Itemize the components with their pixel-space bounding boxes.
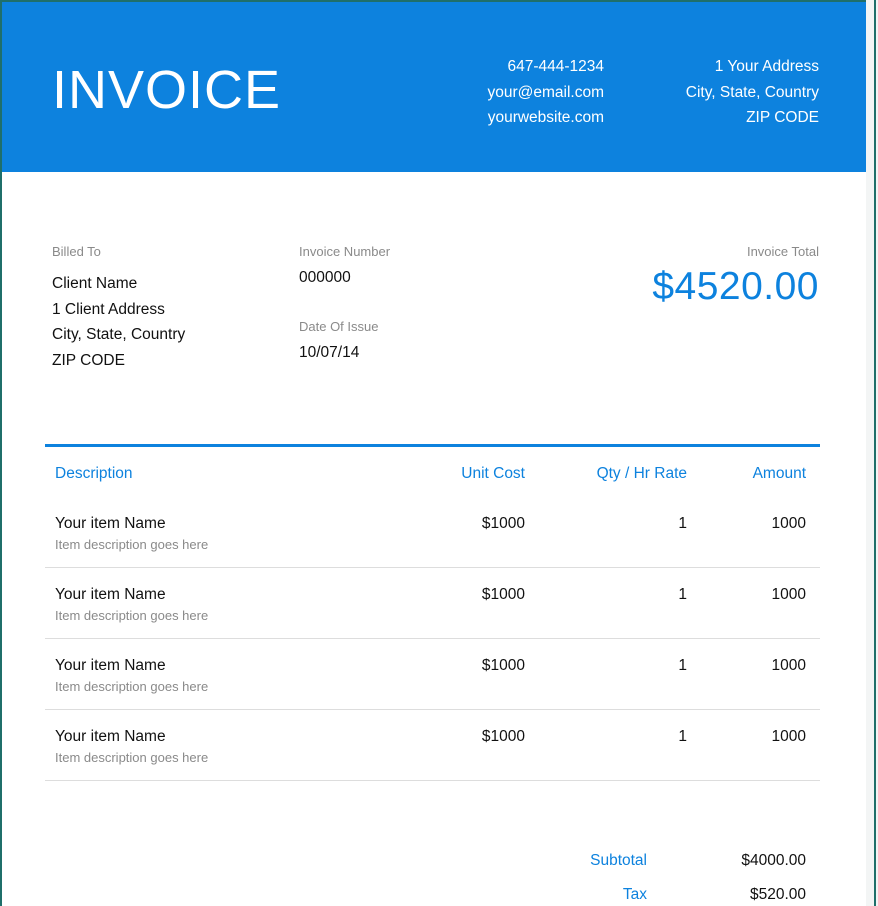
column-header-qty-rate: Qty / Hr Rate	[596, 465, 687, 482]
item-qty: 1	[678, 515, 687, 532]
page-title: INVOICE	[52, 60, 282, 120]
item-unit-cost: $1000	[481, 728, 525, 745]
item-amount: 1000	[771, 728, 806, 745]
invoice-page: INVOICE 647-444-1234 your@email.com your…	[2, 2, 866, 906]
item-amount: 1000	[771, 657, 806, 674]
sender-address-block: 1 Your Address City, State, Country ZIP …	[686, 54, 819, 131]
client-name: Client Name	[52, 275, 138, 292]
invoice-number-value: 000000	[299, 269, 351, 286]
billed-to-label: Billed To	[52, 244, 101, 259]
item-name: Your item Name	[55, 586, 166, 603]
date-of-issue-value: 10/07/14	[299, 344, 360, 361]
date-of-issue-label: Date Of Issue	[299, 319, 379, 334]
column-header-description: Description	[55, 465, 133, 482]
window-border	[866, 0, 878, 906]
table-row: Your item Name Item description goes her…	[45, 568, 820, 639]
item-description: Item description goes here	[55, 537, 209, 552]
item-name: Your item Name	[55, 728, 166, 745]
phone-number: 647-444-1234	[507, 58, 604, 75]
contact-block: 647-444-1234 your@email.com yourwebsite.…	[487, 54, 604, 131]
item-name: Your item Name	[55, 657, 166, 674]
table-row: Your item Name Item description goes her…	[45, 497, 820, 568]
sender-address-line: 1 Your Address	[714, 58, 819, 75]
item-unit-cost: $1000	[481, 586, 525, 603]
item-name: Your item Name	[55, 515, 166, 532]
item-description: Item description goes here	[55, 608, 209, 623]
line-items-table: Description Unit Cost Qty / Hr Rate Amou…	[45, 444, 820, 781]
tax-label: Tax	[622, 886, 647, 903]
subtotal-label: Subtotal	[590, 852, 647, 869]
table-row: Your item Name Item description goes her…	[45, 710, 820, 781]
table-row: Your item Name Item description goes her…	[45, 639, 820, 710]
client-address-line: 1 Client Address	[52, 300, 165, 318]
client-address-line: ZIP CODE	[52, 351, 125, 369]
item-qty: 1	[678, 586, 687, 603]
invoice-total-label: Invoice Total	[746, 244, 819, 259]
column-header-amount: Amount	[752, 465, 806, 482]
invoice-total-amount: $4520.00	[652, 265, 819, 308]
item-unit-cost: $1000	[481, 657, 525, 674]
table-header: Description Unit Cost Qty / Hr Rate Amou…	[45, 447, 820, 497]
column-header-unit-cost: Unit Cost	[461, 465, 525, 482]
invoice-meta-section: Invoice Number 000000 Date Of Issue 10/0…	[299, 244, 390, 362]
invoice-total-section: Invoice Total $4520.00	[652, 244, 819, 309]
subtotal-value: $4000.00	[741, 852, 806, 869]
sender-address-line: ZIP CODE	[746, 109, 819, 126]
email-address: your@email.com	[487, 83, 604, 101]
item-qty: 1	[678, 728, 687, 745]
billed-to-section: Billed To Client Name 1 Client Address C…	[52, 244, 185, 373]
client-address-line: City, State, Country	[52, 326, 186, 343]
item-description: Item description goes here	[55, 679, 209, 694]
item-unit-cost: $1000	[481, 515, 525, 532]
item-qty: 1	[678, 657, 687, 674]
item-amount: 1000	[771, 586, 806, 603]
item-amount: 1000	[771, 515, 806, 532]
tax-value: $520.00	[749, 886, 806, 903]
invoice-header: INVOICE 647-444-1234 your@email.com your…	[2, 2, 866, 172]
sender-address-line: City, State, Country	[685, 83, 819, 101]
invoice-number-label: Invoice Number	[299, 244, 391, 259]
item-description: Item description goes here	[55, 750, 209, 765]
website: yourwebsite.com	[487, 109, 604, 126]
